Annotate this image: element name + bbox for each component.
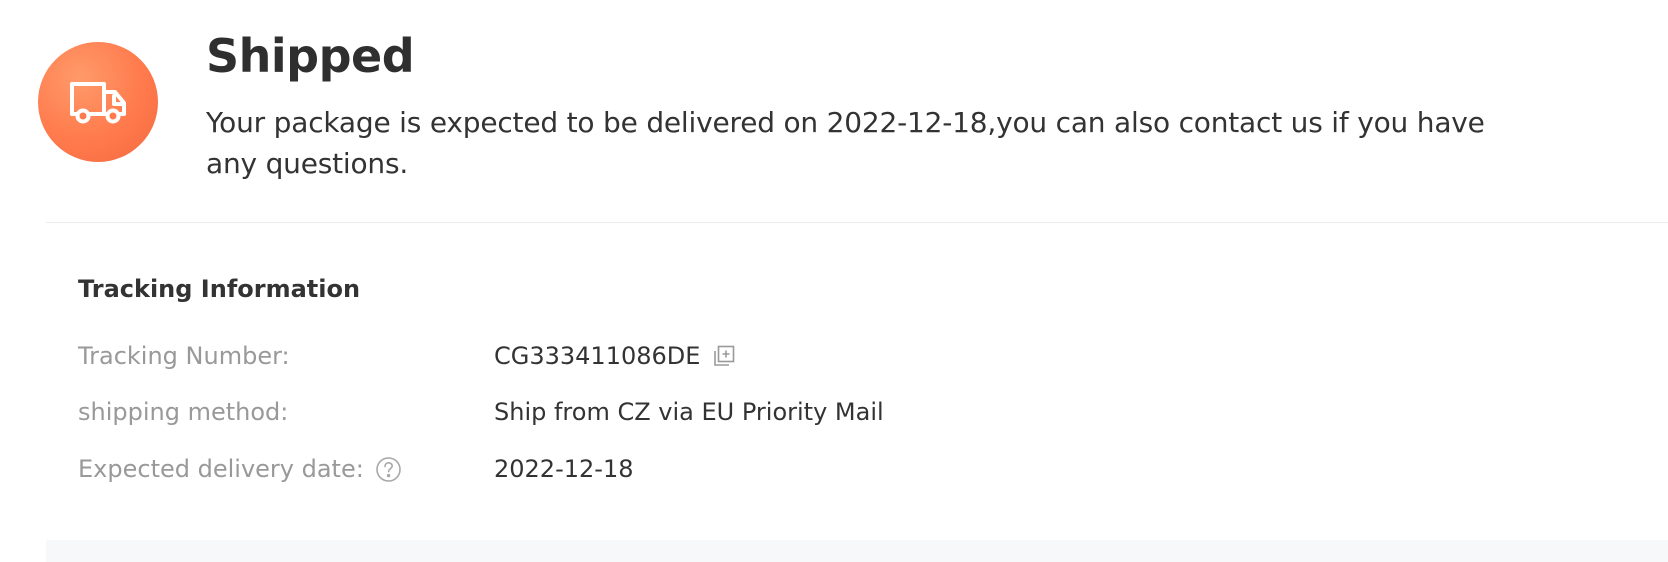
copy-icon[interactable] — [712, 344, 736, 368]
shipping-method-value: Ship from CZ via EU Priority Mail — [494, 398, 884, 426]
next-section-band — [46, 540, 1668, 562]
order-status-page: Shipped Your package is expected to be d… — [0, 0, 1668, 562]
tracking-number-value-wrap: CG333411086DE — [494, 336, 736, 376]
tracking-number-row: Tracking Number: CG333411086DE — [78, 336, 1478, 376]
truck-icon — [70, 82, 126, 124]
status-icon-badge — [38, 42, 158, 162]
expected-delivery-row: Expected delivery date: 2022-12-18 — [78, 449, 1478, 489]
shipping-method-row: shipping method: Ship from CZ via EU Pri… — [78, 392, 1478, 432]
question-circle-icon[interactable] — [375, 456, 402, 483]
shipping-method-label: shipping method: — [78, 398, 289, 426]
expected-delivery-label-wrap: Expected delivery date: — [78, 449, 402, 489]
section-divider — [46, 222, 1668, 223]
shipment-status-header: Shipped Your package is expected to be d… — [0, 0, 1668, 223]
tracking-number-value[interactable]: CG333411086DE — [494, 336, 700, 376]
expected-delivery-value: 2022-12-18 — [494, 455, 634, 483]
status-title: Shipped — [206, 29, 415, 83]
tracking-heading: Tracking Information — [78, 275, 361, 303]
tracking-number-label: Tracking Number: — [78, 342, 290, 370]
delivery-message: Your package is expected to be delivered… — [206, 106, 1485, 180]
expected-delivery-label: Expected delivery date: — [78, 455, 364, 483]
